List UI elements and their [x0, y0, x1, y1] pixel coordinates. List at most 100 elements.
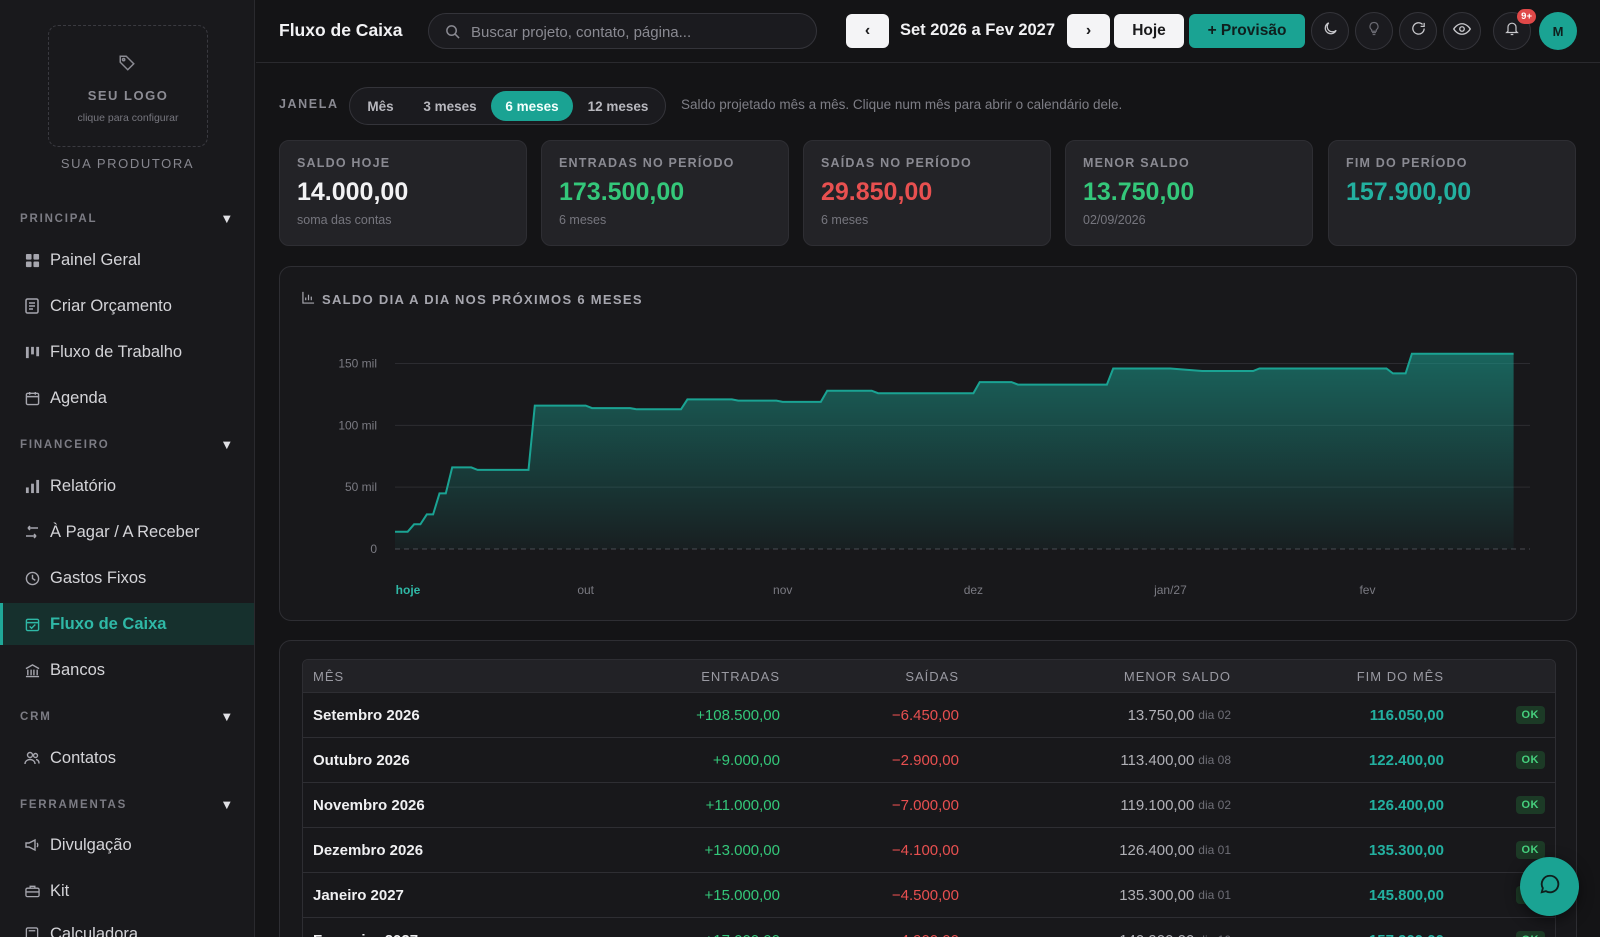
sidebar-item-label: Contatos: [50, 748, 117, 767]
cell-in: +15.000,00: [704, 886, 781, 904]
briefcase-icon: [24, 883, 40, 899]
sidebar-item-painel[interactable]: Painel Geral: [0, 239, 254, 281]
kpi-label: SAÍDAS NO PERÍODO: [821, 156, 972, 170]
cell-in: +11.000,00: [705, 796, 780, 814]
cell-low-day: dia 01: [1198, 888, 1231, 902]
section-financeiro[interactable]: FINANCEIRO ▼: [20, 437, 235, 452]
sidebar-item-divulgacao[interactable]: Divulgação: [0, 824, 254, 866]
sidebar-item-gastos[interactable]: Gastos Fixos: [0, 557, 254, 599]
grid-icon: [24, 252, 40, 268]
sidebar-item-label: Bancos: [50, 660, 106, 679]
col-header-low: MENOR SALDO: [1123, 668, 1231, 684]
window-label: JANELA: [279, 97, 339, 111]
section-principal[interactable]: PRINCIPAL ▼: [20, 211, 235, 226]
status-badge: OK: [1515, 706, 1545, 724]
sidebar-item-label: Kit: [50, 881, 70, 900]
cell-in: +13.000,00: [704, 841, 781, 859]
cell-low-day: dia 02: [1198, 798, 1231, 812]
sidebar-item-caixa[interactable]: Fluxo de Caixa: [0, 603, 254, 645]
cell-status: OK: [1515, 738, 1545, 782]
today-button[interactable]: Hoje: [1114, 14, 1184, 48]
window-option-6-months[interactable]: 6 meses: [491, 91, 573, 121]
search-icon: [445, 24, 460, 44]
logo-subtitle: clique para configurar: [77, 112, 179, 124]
x-tick-label: out: [577, 583, 594, 597]
table-row[interactable]: Janeiro 2027 +15.000,00 −4.500,00 135.300,0…: [303, 873, 1555, 918]
cell-month: Novembro 2026: [313, 796, 425, 814]
sidebar-item-relatorio[interactable]: Relatório: [0, 465, 254, 507]
producer-name: SUA PRODUTORA: [60, 156, 195, 171]
monthly-table-panel: MÊS ENTRADAS SAÍDAS MENOR SALDO FIM DO M…: [279, 640, 1577, 937]
cell-status: OK: [1515, 918, 1545, 937]
cell-status: OK: [1515, 783, 1545, 827]
logo-placeholder[interactable]: SEU LOGO clique para configurar: [48, 25, 208, 147]
cell-low-value: 126.400,00: [1119, 841, 1195, 859]
section-crm[interactable]: CRM ▼: [20, 709, 235, 724]
bell-icon: [1504, 20, 1520, 42]
window-hint: Saldo projetado mês a mês. Clique num mê…: [681, 97, 1123, 112]
section-ferramentas[interactable]: FERRAMENTAS ▼: [20, 797, 235, 812]
y-tick-label: 150 mil: [338, 357, 377, 371]
table-row[interactable]: Dezembro 2026 +13.000,00 −4.100,00 126.400,…: [303, 828, 1555, 873]
sidebar-item-orcamento[interactable]: Criar Orçamento: [0, 285, 254, 327]
table-row[interactable]: Setembro 2026 +108.500,00 −6.450,00 13.750,…: [303, 693, 1555, 738]
kpi-label: ENTRADAS NO PERÍODO: [559, 156, 735, 170]
balance-chart[interactable]: 150 mil 100 mil 50 mil 0 hoje out nov dez jan/27…: [280, 267, 1578, 622]
sidebar-item-agenda[interactable]: Agenda: [0, 377, 254, 419]
sidebar-item-label: Relatório: [50, 476, 117, 495]
caret-down-icon[interactable]: ▼: [220, 709, 235, 724]
caret-down-icon[interactable]: ▼: [220, 211, 235, 226]
col-header-in: ENTRADAS: [701, 668, 780, 684]
sidebar-item-label: Divulgação: [50, 835, 132, 854]
caret-down-icon[interactable]: ▼: [220, 797, 235, 812]
kpi-value: 173.500,00: [559, 178, 685, 206]
cell-out: −2.900,00: [891, 751, 959, 769]
cell-end: 122.400,00: [1368, 751, 1444, 769]
caret-down-icon[interactable]: ▼: [220, 437, 235, 452]
avatar[interactable]: M: [1539, 12, 1577, 50]
chart-title-text: SALDO DIA A DIA NOS PRÓXIMOS 6 MESES: [322, 291, 643, 307]
chat-icon: [1539, 873, 1561, 900]
window-option-month[interactable]: Mês: [355, 91, 406, 121]
section-principal-label: PRINCIPAL: [20, 213, 98, 225]
cell-status: OK: [1515, 693, 1545, 737]
col-header-out: SAÍDAS: [905, 668, 959, 684]
search-input[interactable]: [471, 21, 801, 43]
kpi-card-fim-periodo: FIM DO PERÍODO 157.900,00: [1328, 140, 1576, 246]
search-box[interactable]: [428, 13, 817, 49]
sidebar-item-pagar[interactable]: À Pagar / A Receber: [0, 511, 254, 553]
sidebar-item-contatos[interactable]: Contatos: [0, 737, 254, 779]
cell-end: 135.300,00: [1368, 841, 1444, 859]
sidebar-item-label: À Pagar / A Receber: [50, 522, 200, 541]
cell-month: Dezembro 2026: [313, 841, 424, 859]
notifications-button[interactable]: 9+: [1493, 9, 1536, 50]
status-badge: OK: [1515, 841, 1545, 859]
cell-end: 157.900,00: [1369, 918, 1444, 937]
sidebar-item-bancos[interactable]: Bancos: [0, 649, 254, 691]
window-option-12-months[interactable]: 12 meses: [575, 91, 661, 121]
refresh-button[interactable]: [1399, 12, 1437, 50]
sidebar-item-label: Painel Geral: [50, 250, 141, 269]
sidebar-item-trabalho[interactable]: Fluxo de Trabalho: [0, 331, 254, 373]
table-row[interactable]: Novembro 2026 +11.000,00 −7.000,00 119.100,…: [303, 783, 1555, 828]
tips-button[interactable]: [1355, 12, 1393, 50]
cell-low-value: 140.900,00: [1119, 932, 1194, 937]
next-period-button[interactable]: ›: [1067, 14, 1110, 48]
kpi-label: FIM DO PERÍODO: [1346, 156, 1468, 170]
table-row[interactable]: Fevereiro 2027 +17.000,00 −4.900,00 140.900…: [303, 918, 1555, 937]
window-segmented-control: Mês 3 meses 6 meses 12 meses: [349, 87, 666, 125]
table-row[interactable]: Outubro 2026 +9.000,00 −2.900,00 113.400,00…: [303, 738, 1555, 783]
prev-period-button[interactable]: ‹: [846, 14, 889, 48]
sidebar-item-calculadora[interactable]: Calculadora: [0, 913, 254, 937]
chart-icon: [302, 291, 315, 307]
cell-end: 116.050,00: [1369, 706, 1444, 724]
sidebar-item-kit[interactable]: Kit: [0, 870, 254, 912]
window-option-3-months[interactable]: 3 meses: [409, 91, 491, 121]
chat-button[interactable]: [1520, 857, 1579, 916]
theme-toggle-button[interactable]: [1311, 12, 1349, 50]
cell-low: 113.400,00 dia 08: [1120, 738, 1231, 782]
status-badge: OK: [1515, 796, 1545, 814]
cell-end: 145.800,00: [1368, 886, 1444, 904]
visibility-button[interactable]: [1443, 12, 1481, 50]
add-provision-button[interactable]: + Provisão: [1189, 14, 1305, 48]
